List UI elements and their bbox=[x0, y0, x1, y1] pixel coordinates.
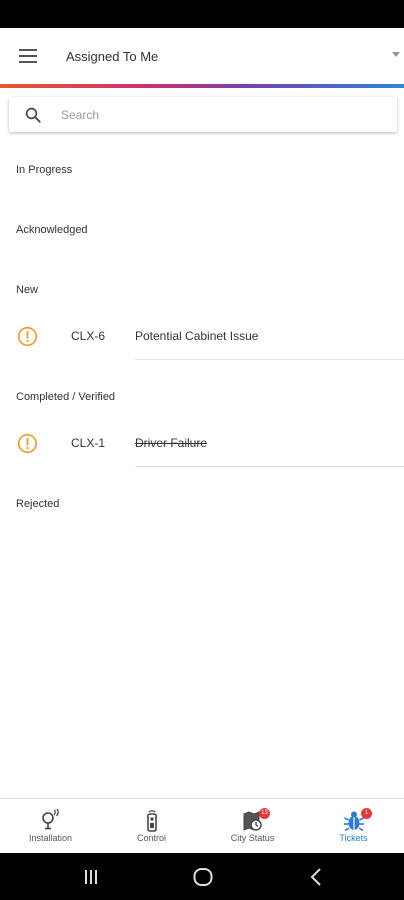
section-header-completed-verified: Completed / Verified bbox=[16, 391, 116, 403]
status-bar bbox=[0, 0, 404, 28]
hamburger-menu-icon[interactable] bbox=[14, 44, 42, 68]
section-header-in-progress: In Progress bbox=[16, 164, 73, 176]
search-input[interactable] bbox=[61, 97, 381, 132]
nav-tab-installation[interactable]: Installation bbox=[0, 799, 101, 854]
ticket-id: CLX-6 bbox=[71, 329, 106, 343]
recent-apps-icon[interactable] bbox=[79, 865, 103, 889]
divider bbox=[135, 466, 404, 467]
ticket-title: Driver Failure bbox=[135, 436, 208, 450]
city-status-badge: 13 bbox=[259, 808, 270, 819]
nav-tab-control[interactable]: Control bbox=[101, 799, 202, 854]
warning-circle-icon bbox=[17, 433, 38, 454]
ticket-id: CLX-1 bbox=[71, 436, 106, 450]
nav-label-tickets: Tickets bbox=[339, 833, 368, 843]
divider bbox=[135, 359, 404, 360]
gradient-accent-bar bbox=[0, 84, 404, 88]
home-icon[interactable] bbox=[191, 865, 215, 889]
warning-circle-icon bbox=[17, 326, 38, 347]
system-navigation-bar bbox=[0, 853, 404, 900]
search-bar[interactable] bbox=[9, 97, 397, 132]
ticket-row[interactable]: CLX-1 Driver Failure bbox=[0, 418, 404, 468]
nav-label-installation: Installation bbox=[28, 833, 73, 843]
lightbulb-signal-icon bbox=[41, 809, 59, 830]
ticket-filter-label: Assigned To Me bbox=[66, 48, 159, 64]
chevron-down-icon bbox=[392, 52, 400, 57]
tickets-badge: 1 bbox=[361, 808, 372, 819]
ticket-filter-dropdown[interactable]: Assigned To Me bbox=[66, 28, 404, 84]
nav-label-city-status: City Status bbox=[230, 833, 275, 843]
search-icon bbox=[25, 107, 41, 123]
nav-tab-tickets[interactable]: 1 Tickets bbox=[303, 799, 404, 854]
bottom-navigation: Installation Control 13 City Status 1 Ti… bbox=[0, 798, 404, 853]
remote-control-icon bbox=[146, 810, 157, 832]
section-header-rejected: Rejected bbox=[16, 498, 60, 510]
ticket-title: Potential Cabinet Issue bbox=[135, 329, 259, 343]
section-header-new: New bbox=[16, 284, 39, 296]
back-icon[interactable] bbox=[305, 865, 329, 889]
nav-tab-city-status[interactable]: 13 City Status bbox=[202, 799, 303, 854]
section-header-acknowledged: Acknowledged bbox=[16, 224, 88, 236]
nav-label-control: Control bbox=[136, 833, 166, 843]
app-bar: Assigned To Me bbox=[0, 28, 404, 84]
ticket-row[interactable]: CLX-6 Potential Cabinet Issue bbox=[0, 311, 404, 361]
